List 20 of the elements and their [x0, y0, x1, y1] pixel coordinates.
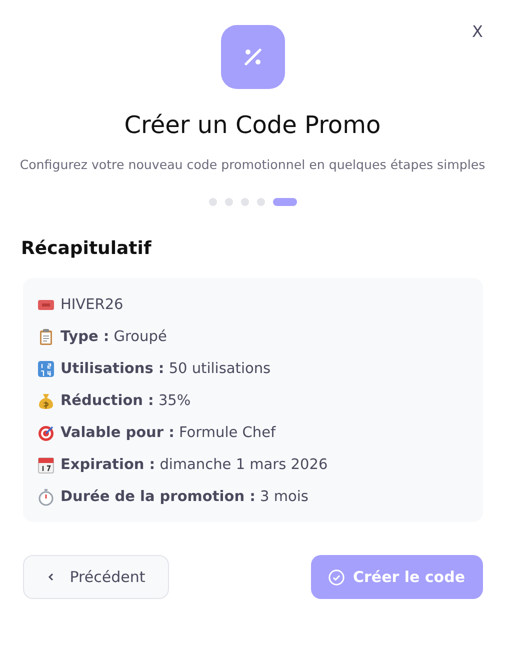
summary-line: Valable pour : Formule Chef: [60, 425, 276, 441]
check-circle-icon: [328, 568, 345, 586]
chevron-left-icon: [46, 572, 56, 582]
stopwatch-icon: [36, 488, 54, 506]
numbers-icon: [36, 360, 54, 378]
target-icon: [36, 424, 54, 442]
summary-line: Expiration : dimanche 1 mars 2026: [60, 457, 328, 473]
summary-line: Réduction : 35%: [60, 393, 191, 409]
section-heading: Récapitulatif: [21, 238, 152, 259]
money-bag-icon: [36, 392, 54, 410]
calendar-icon: [36, 456, 54, 474]
close-button[interactable]: X: [468, 20, 487, 43]
dialog-subtitle: Configurez votre nouveau code promotionnel en quelques étapes simples: [20, 157, 486, 172]
summary-line: Durée de la promotion : 3 mois: [60, 489, 308, 505]
percent-badge-icon: [220, 25, 284, 89]
summary-line: Utilisations : 50 utilisations: [60, 361, 271, 377]
previous-button[interactable]: Précédent: [22, 555, 168, 599]
dialog-title: Créer un Code Promo: [124, 111, 381, 139]
summary-line: HIVER26: [60, 297, 124, 313]
summary-line: Type : Groupé: [60, 329, 167, 345]
